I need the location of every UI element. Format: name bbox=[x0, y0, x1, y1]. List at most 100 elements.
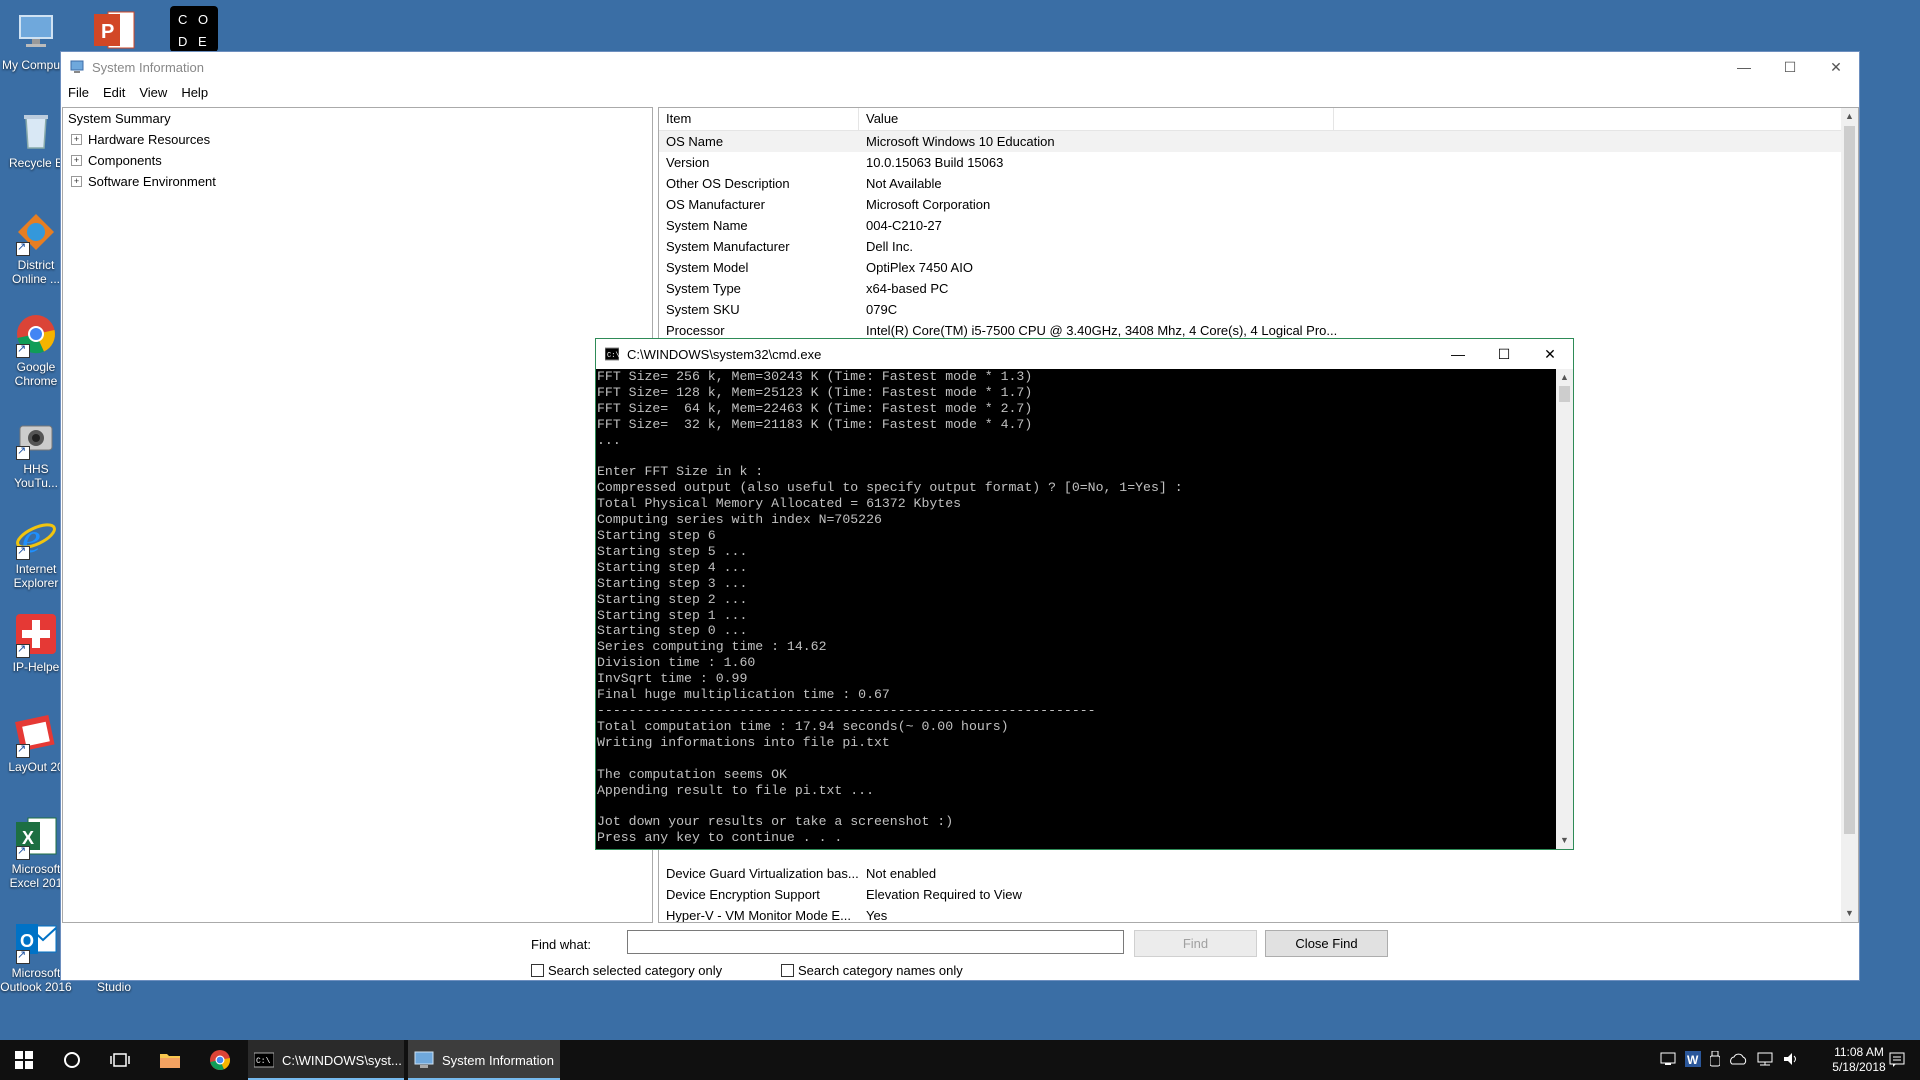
column-header-value[interactable]: Value bbox=[859, 108, 1334, 130]
table-row[interactable]: OS Manufacturer Microsoft Corporation bbox=[659, 194, 1858, 215]
row-item: System SKU bbox=[666, 302, 740, 317]
find-bar: Find what: Find Close Find Search select… bbox=[61, 923, 1859, 981]
close-button[interactable]: ✕ bbox=[1527, 339, 1573, 369]
row-value: Elevation Required to View bbox=[866, 887, 1022, 902]
checkbox[interactable] bbox=[781, 964, 794, 977]
sysinfo-titlebar[interactable]: System Information — ☐ ✕ bbox=[61, 52, 1859, 82]
table-row[interactable]: OS Name Microsoft Windows 10 Education bbox=[659, 131, 1858, 152]
maximize-button[interactable]: ☐ bbox=[1767, 52, 1813, 82]
system-information-icon bbox=[70, 60, 84, 73]
svg-text:C: C bbox=[178, 12, 187, 27]
close-find-button[interactable]: Close Find bbox=[1265, 930, 1388, 957]
find-input[interactable] bbox=[627, 930, 1124, 954]
table-header: Item Value bbox=[659, 108, 1858, 131]
camera-icon bbox=[14, 414, 58, 460]
table-row[interactable]: System Type x64-based PC bbox=[659, 278, 1858, 299]
maximize-button[interactable]: ☐ bbox=[1481, 339, 1527, 369]
table-row[interactable]: System Model OptiPlex 7450 AIO bbox=[659, 257, 1858, 278]
tree-item-software-environment[interactable]: + Software Environment bbox=[63, 171, 652, 192]
cmd-title: C:\WINDOWS\system32\cmd.exe bbox=[627, 346, 822, 362]
console-line: Writing informations into file pi.txt bbox=[597, 734, 890, 750]
console-line: FFT Size= 128 k, Mem=25123 K (Time: Fast… bbox=[597, 384, 1033, 400]
network-share-icon[interactable] bbox=[1660, 1052, 1676, 1069]
search-category-names-checkbox[interactable]: Search category names only bbox=[781, 963, 963, 978]
desktop-icon-studio[interactable]: Studio bbox=[78, 980, 150, 994]
console-output[interactable]: FFT Size= 256 k, Mem=30243 K (Time: Fast… bbox=[596, 369, 1558, 849]
expand-icon[interactable]: + bbox=[71, 134, 82, 145]
chrome-icon bbox=[210, 1050, 231, 1070]
search-selected-category-checkbox[interactable]: Search selected category only bbox=[531, 963, 722, 978]
row-item: Device Guard Virtualization bas... bbox=[666, 866, 859, 881]
taskbar-item-cmd[interactable]: C:\ C:\WINDOWS\syst... bbox=[248, 1040, 404, 1080]
task-view-icon bbox=[110, 1053, 130, 1067]
row-value: x64-based PC bbox=[866, 281, 949, 296]
file-explorer-button[interactable] bbox=[146, 1040, 194, 1080]
chrome-taskbar-button[interactable] bbox=[196, 1040, 244, 1080]
column-header-item[interactable]: Item bbox=[659, 108, 859, 130]
details-scrollbar[interactable]: ▲ ▼ bbox=[1841, 108, 1858, 922]
ip-helper-icon bbox=[14, 612, 58, 658]
network-icon[interactable] bbox=[1756, 1052, 1774, 1069]
cortana-icon bbox=[64, 1052, 80, 1068]
cmd-scrollbar[interactable]: ▲ ▼ bbox=[1556, 369, 1573, 849]
row-value: Microsoft Corporation bbox=[866, 197, 991, 212]
console-line: Series computing time : 14.62 bbox=[597, 639, 827, 655]
volume-icon[interactable] bbox=[1783, 1052, 1799, 1069]
table-row[interactable]: System Manufacturer Dell Inc. bbox=[659, 236, 1858, 257]
excel-icon: X bbox=[14, 814, 58, 860]
windows-icon bbox=[15, 1051, 33, 1069]
scroll-thumb[interactable] bbox=[1559, 386, 1570, 402]
internet-explorer-icon: e bbox=[14, 514, 58, 562]
tree-item-components[interactable]: + Components bbox=[63, 150, 652, 171]
table-row[interactable]: Hyper-V - VM Monitor Mode E... Yes bbox=[659, 905, 1858, 922]
scroll-up-icon[interactable]: ▲ bbox=[1841, 108, 1858, 125]
scroll-down-icon[interactable]: ▼ bbox=[1556, 832, 1573, 849]
onedrive-icon[interactable] bbox=[1729, 1052, 1747, 1069]
scroll-up-icon[interactable]: ▲ bbox=[1556, 369, 1573, 386]
cortana-button[interactable] bbox=[48, 1040, 96, 1080]
computer-icon bbox=[14, 10, 58, 54]
console-line: Press any key to continue . . . bbox=[597, 830, 843, 846]
menu-edit[interactable]: Edit bbox=[96, 85, 132, 100]
menu-help[interactable]: Help bbox=[174, 85, 215, 100]
minimize-button[interactable]: — bbox=[1435, 339, 1481, 369]
powerpoint-icon: P bbox=[92, 8, 136, 52]
checkbox[interactable] bbox=[531, 964, 544, 977]
expand-icon[interactable]: + bbox=[71, 176, 82, 187]
minimize-button[interactable]: — bbox=[1721, 52, 1767, 82]
svg-text:C:\: C:\ bbox=[607, 352, 619, 360]
taskbar-item-system-information[interactable]: System Information bbox=[408, 1040, 560, 1080]
find-button[interactable]: Find bbox=[1134, 930, 1257, 957]
row-item: System Name bbox=[666, 218, 748, 233]
expand-icon[interactable]: + bbox=[71, 155, 82, 166]
start-button[interactable] bbox=[0, 1040, 48, 1080]
table-row[interactable]: Device Encryption Support Elevation Requi… bbox=[659, 884, 1858, 905]
table-row[interactable]: Version 10.0.15063 Build 15063 bbox=[659, 152, 1858, 173]
word-icon[interactable]: W bbox=[1685, 1050, 1701, 1070]
menubar: File Edit View Help bbox=[61, 82, 1859, 102]
desktop-icon-powerpoint[interactable]: P bbox=[78, 8, 150, 56]
console-line: Computing series with index N=705226 bbox=[597, 512, 882, 528]
menu-view[interactable]: View bbox=[132, 85, 174, 100]
desktop-icon-code-org[interactable]: CODE bbox=[158, 6, 230, 56]
close-button[interactable]: ✕ bbox=[1813, 52, 1859, 82]
table-row[interactable]: Device Guard Virtualization bas... Not en… bbox=[659, 863, 1858, 884]
console-line: Starting step 0 ... bbox=[597, 623, 748, 639]
scroll-thumb[interactable] bbox=[1844, 126, 1855, 834]
tree-item-hardware-resources[interactable]: + Hardware Resources bbox=[63, 129, 652, 150]
console-line: Appending result to file pi.txt ... bbox=[597, 782, 874, 798]
row-value: OptiPlex 7450 AIO bbox=[866, 260, 973, 275]
action-center-button[interactable] bbox=[1874, 1040, 1920, 1080]
cmd-titlebar[interactable]: C:\ C:\WINDOWS\system32\cmd.exe — ☐ ✕ bbox=[596, 339, 1573, 369]
table-row[interactable]: Other OS Description Not Available bbox=[659, 173, 1858, 194]
table-row[interactable]: System SKU 079C bbox=[659, 299, 1858, 320]
menu-file[interactable]: File bbox=[61, 85, 96, 100]
cmd-icon: C:\ bbox=[254, 1052, 274, 1068]
table-row[interactable]: System Name 004-C210-27 bbox=[659, 215, 1858, 236]
tree-item-system-summary[interactable]: System Summary bbox=[63, 108, 652, 129]
scroll-down-icon[interactable]: ▼ bbox=[1841, 905, 1858, 922]
usb-device-icon[interactable] bbox=[1709, 1050, 1721, 1070]
task-view-button[interactable] bbox=[96, 1040, 144, 1080]
